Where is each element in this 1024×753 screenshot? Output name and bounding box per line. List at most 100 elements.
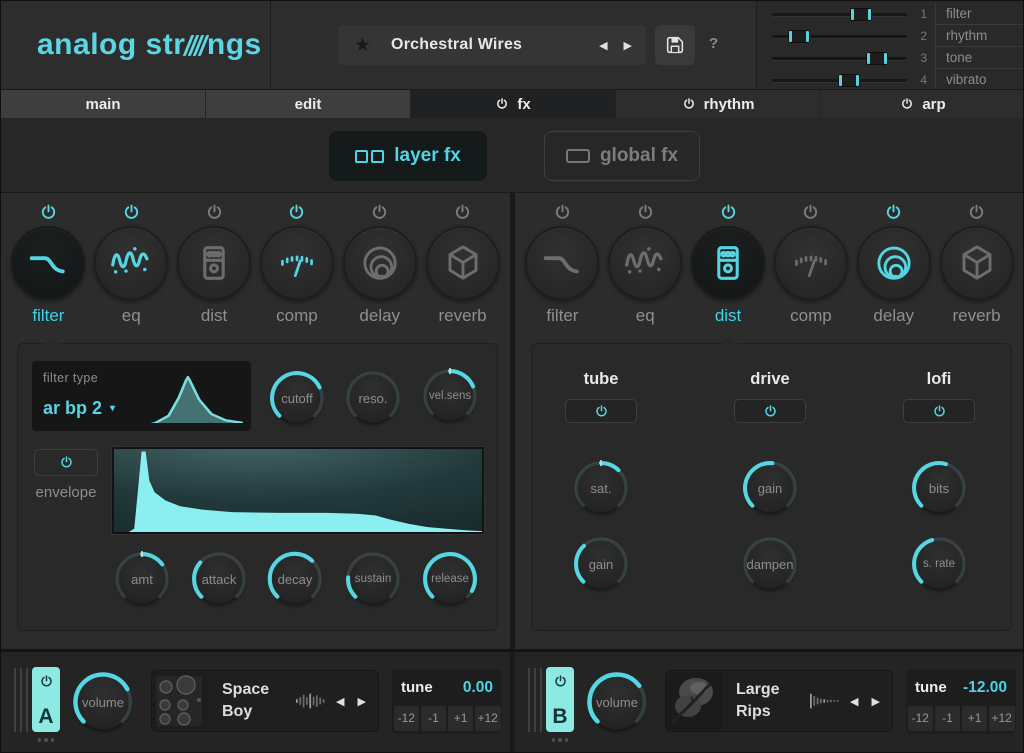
delay-effect-button[interactable] <box>857 226 931 300</box>
layer-a-tune--12-button[interactable]: -12 <box>394 706 420 731</box>
comp-icon <box>274 240 320 286</box>
filter-power-button[interactable] <box>549 201 575 223</box>
cutoff-knob[interactable]: cutoff <box>268 369 326 427</box>
comp-effect-button[interactable] <box>774 226 848 300</box>
layer-b-sample-prev-button[interactable]: ◀ <box>850 695 858 708</box>
layer-b-sample-next-button[interactable]: ▶ <box>871 695 879 708</box>
macro-rhythm-slider[interactable] <box>772 35 907 38</box>
dist-label: dist <box>201 306 227 326</box>
decay-knob[interactable]: decay <box>266 550 324 608</box>
comp-effect-button[interactable] <box>260 226 334 300</box>
layer-b-tune-+12-button[interactable]: +12 <box>989 706 1015 731</box>
filter-type-dropdown[interactable]: ar bp 2 ▾ <box>43 398 115 419</box>
preset-selector[interactable]: ★ Orchestral Wires ◀ ▶ <box>338 25 646 65</box>
layer-a-menu-dots[interactable] <box>32 738 60 742</box>
layer-a-tune-value[interactable]: 0.00 <box>463 679 493 697</box>
comp-power-button[interactable] <box>798 201 824 223</box>
macro-filter-slider[interactable] <box>772 13 907 16</box>
reso-knob[interactable]: reso. <box>344 369 402 427</box>
layer-b-menu-dots[interactable] <box>546 738 574 742</box>
logo-section: analog strngs <box>1 1 271 89</box>
effect-a-filter: filter <box>7 201 90 331</box>
macro-tone-slider-handle[interactable] <box>866 52 888 65</box>
dist-effect-button[interactable] <box>691 226 765 300</box>
delay-power-button[interactable] <box>367 201 393 223</box>
tab-edit[interactable]: edit <box>206 90 411 118</box>
save-preset-button[interactable] <box>655 25 695 65</box>
layer-a-button[interactable]: A <box>32 667 60 732</box>
layer-b-sample-thumbnail[interactable] <box>666 672 723 730</box>
comp-label: comp <box>790 306 832 326</box>
eq-effect-button[interactable] <box>608 226 682 300</box>
macro-rhythm-slider-handle[interactable] <box>788 30 810 43</box>
tube-gain-knob[interactable]: gain <box>572 535 630 593</box>
layer-b-button[interactable]: B <box>546 667 574 732</box>
amt-knob[interactable]: amt <box>113 550 171 608</box>
reverb-effect-button[interactable] <box>426 226 500 300</box>
macro-vibrato-slider-handle[interactable] <box>838 74 860 87</box>
layer-b-tune-value[interactable]: -12.00 <box>963 679 1007 697</box>
preset-next-button[interactable]: ▶ <box>624 39 632 52</box>
layer-a-tune-+1-button[interactable]: +1 <box>448 706 474 731</box>
tube-power-button[interactable] <box>565 399 637 423</box>
attack-knob[interactable]: attack <box>190 550 248 608</box>
layer-b-drag-handle[interactable] <box>528 668 542 732</box>
layer-b-volume-knob[interactable]: volume <box>585 670 649 734</box>
dist-power-button[interactable] <box>201 201 227 223</box>
tab-fx[interactable]: fx <box>411 90 616 118</box>
help-button[interactable]: ? <box>709 35 718 52</box>
release-knob[interactable]: release <box>421 550 479 608</box>
dist-power-button[interactable] <box>715 201 741 223</box>
drive-gain-knob[interactable]: gain <box>741 459 799 517</box>
favorite-star-icon[interactable]: ★ <box>354 34 371 57</box>
macro-tone-slider[interactable] <box>772 57 907 60</box>
global-fx-button[interactable]: global fx <box>544 131 700 181</box>
layer-fx-button[interactable]: layer fx <box>329 131 487 181</box>
reverb-power-button[interactable] <box>964 201 990 223</box>
sat-knob[interactable]: sat. <box>572 459 630 517</box>
eq-effect-button[interactable] <box>94 226 168 300</box>
reverb-power-button[interactable] <box>450 201 476 223</box>
delay-power-button[interactable] <box>881 201 907 223</box>
filter-effect-button[interactable] <box>525 226 599 300</box>
layer-a-tune-+12-button[interactable]: +12 <box>475 706 501 731</box>
tab-arp[interactable]: arp <box>821 90 1024 118</box>
macro-filter-label: filter <box>935 3 1024 25</box>
drive-power-button[interactable] <box>734 399 806 423</box>
layer-a-tune--1-button[interactable]: -1 <box>421 706 447 731</box>
dist-controls-panel: tube drive lofi sat. gain bits gain damp… <box>531 343 1012 631</box>
tab-rhythm[interactable]: rhythm <box>616 90 821 118</box>
comp-power-button[interactable] <box>284 201 310 223</box>
s-rate-knob[interactable]: s. rate <box>910 535 968 593</box>
filter-effect-button[interactable] <box>11 226 85 300</box>
layer-a-sample-selector[interactable]: SpaceBoy ◀ ▶ <box>151 670 379 732</box>
eq-power-button[interactable] <box>118 201 144 223</box>
macro-filter-slider-handle[interactable] <box>850 8 872 21</box>
layer-a-sample-thumbnail[interactable] <box>152 672 209 730</box>
power-icon <box>495 97 509 111</box>
filter-power-button[interactable] <box>35 201 61 223</box>
delay-effect-button[interactable] <box>343 226 417 300</box>
layer-b-tune--1-button[interactable]: -1 <box>935 706 961 731</box>
layer-b-tune-+1-button[interactable]: +1 <box>962 706 988 731</box>
layer-a-sample-next-button[interactable]: ▶ <box>357 695 365 708</box>
layer-a-volume-knob[interactable]: volume <box>71 670 135 734</box>
vel-sens-knob[interactable]: vel.sens <box>421 367 479 425</box>
sustain-knob[interactable]: sustain <box>344 550 402 608</box>
dampen-knob[interactable]: dampen <box>741 535 799 593</box>
layer-b-tune--12-button[interactable]: -12 <box>908 706 934 731</box>
preset-prev-button[interactable]: ◀ <box>599 39 607 52</box>
power-icon <box>932 404 947 419</box>
reverb-effect-button[interactable] <box>940 226 1014 300</box>
filter-type-value: ar bp 2 <box>43 398 102 419</box>
eq-power-button[interactable] <box>632 201 658 223</box>
lofi-power-button[interactable] <box>903 399 975 423</box>
envelope-power-button[interactable] <box>34 449 98 476</box>
bits-knob[interactable]: bits <box>910 459 968 517</box>
dist-effect-button[interactable] <box>177 226 251 300</box>
layer-b-sample-selector[interactable]: LargeRips ◀ ▶ <box>665 670 893 732</box>
macro-vibrato-slider[interactable] <box>772 79 907 82</box>
tab-main[interactable]: main <box>1 90 206 118</box>
layer-a-sample-prev-button[interactable]: ◀ <box>336 695 344 708</box>
layer-a-drag-handle[interactable] <box>14 668 28 732</box>
